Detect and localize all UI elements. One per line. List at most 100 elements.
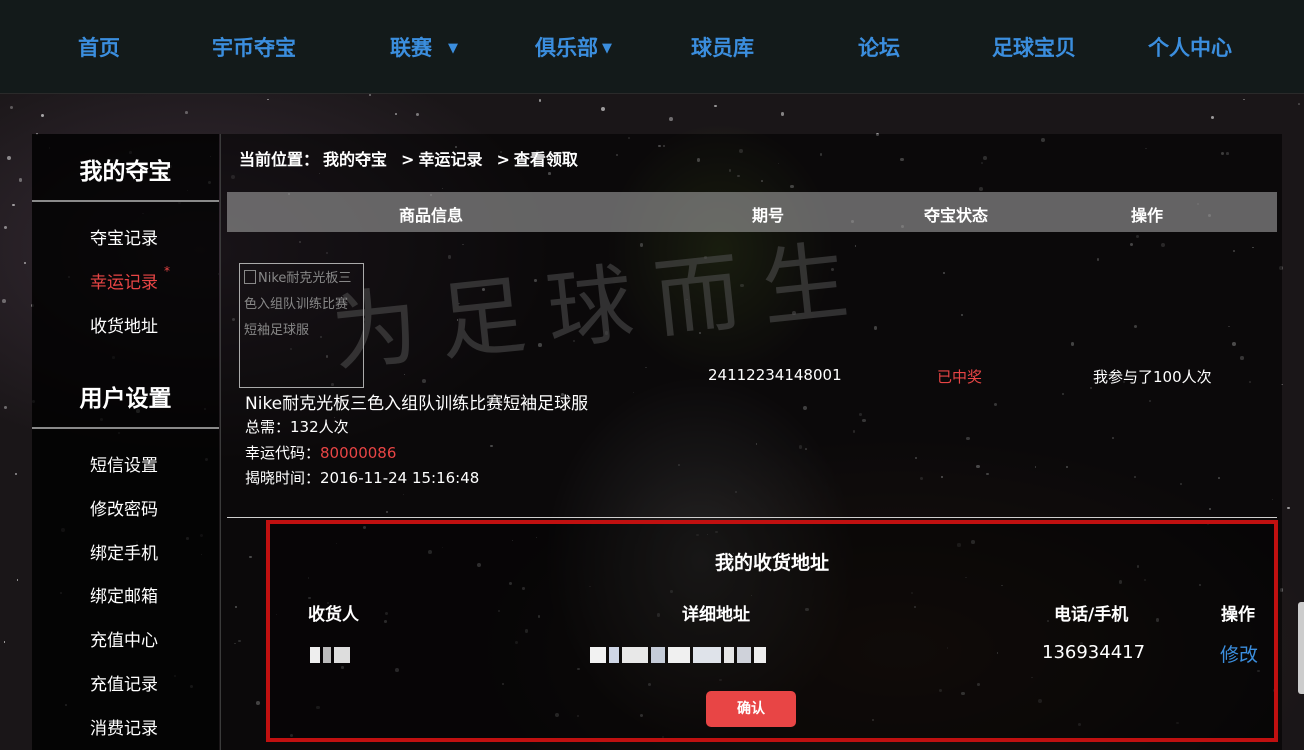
speckle	[539, 99, 542, 102]
column-header-status: 夺宝状态	[924, 206, 989, 225]
speckle	[23, 262, 26, 265]
star-icon: *	[164, 264, 170, 278]
product-required: 总需：132人次	[245, 416, 349, 437]
breadcrumb-separator: >	[496, 150, 510, 169]
column-header-product: 商品信息	[399, 206, 464, 225]
nav-forum[interactable]: 论坛	[858, 32, 900, 64]
sidebar-item-shipping-address[interactable]: 收货地址	[90, 312, 158, 337]
speckle	[40, 113, 45, 118]
required-label: 总需：	[245, 418, 291, 436]
nav-player-database[interactable]: 球员库	[691, 32, 754, 64]
status-badge: 已中奖	[937, 368, 983, 386]
period-number: 24112234148001	[708, 366, 842, 384]
sidebar-heading-treasure: 我的夺宝	[79, 159, 172, 185]
sidebar-item-change-password[interactable]: 修改密码	[90, 495, 158, 520]
sidebar-item-bind-email[interactable]: 绑定邮箱	[90, 582, 158, 607]
nav-label: 宇币夺宝	[212, 36, 296, 60]
divider	[32, 200, 219, 202]
lucky-code-value: 80000086	[320, 444, 397, 462]
product-title[interactable]: Nike耐克光板三色入组队训练比赛短袖足球服	[245, 389, 588, 414]
participation-count: 我参与了100人次	[1093, 368, 1212, 386]
top-navigation: 首页 宇币夺宝 联赛 ▼ 俱乐部 ▼ 球员库 论坛 足球宝贝 个人中心	[0, 0, 1304, 94]
table-header: 商品信息 期号 夺宝状态 操作	[227, 192, 1277, 232]
column-header-address: 详细地址	[682, 605, 750, 625]
nav-label: 论坛	[858, 36, 900, 60]
nav-user-center[interactable]: 个人中心	[1148, 32, 1232, 64]
nav-label: 足球宝贝	[992, 36, 1076, 60]
sidebar: 我的夺宝 夺宝记录 幸运记录 * 收货地址 用户设置 短信设置 修改密码 绑定手机…	[32, 134, 219, 750]
nav-coin-treasure[interactable]: 宇币夺宝	[212, 32, 296, 64]
nav-home[interactable]: 首页	[78, 32, 120, 64]
nav-label: 联赛	[390, 36, 432, 60]
sidebar-heading-settings: 用户设置	[79, 386, 172, 412]
speckle	[395, 113, 397, 115]
speckle	[368, 94, 372, 97]
speckle	[1243, 98, 1246, 101]
column-header-phone: 电话/手机	[1054, 605, 1129, 625]
speckle	[781, 112, 785, 116]
nav-football-babes[interactable]: 足球宝贝	[992, 32, 1076, 64]
speckle	[415, 112, 420, 116]
address-title: 我的收货地址	[714, 552, 829, 574]
speckle	[3, 641, 6, 643]
sidebar-item-treasure-records[interactable]: 夺宝记录	[90, 224, 158, 249]
nav-league[interactable]: 联赛 ▼	[390, 32, 458, 64]
lucky-code-label: 幸运代码：	[245, 444, 321, 462]
address-redacted	[590, 644, 769, 664]
column-header-recipient: 收货人	[308, 605, 359, 625]
reveal-time-label: 揭晓时间：	[245, 469, 321, 487]
column-header-period: 期号	[752, 206, 785, 225]
column-header-action: 操作	[1221, 605, 1255, 625]
speckle	[18, 178, 23, 182]
sidebar-item-recharge-center[interactable]: 充值中心	[90, 626, 158, 651]
breadcrumb-separator: >	[401, 150, 415, 169]
phone-number: 136934417	[1042, 642, 1146, 663]
product-lucky-code: 幸运代码：80000086	[245, 442, 396, 463]
divider	[227, 517, 1277, 518]
edit-address-link[interactable]: 修改	[1220, 640, 1258, 667]
speckle	[600, 106, 605, 111]
sidebar-item-bind-phone[interactable]: 绑定手机	[90, 539, 158, 564]
speckle	[714, 104, 717, 108]
sidebar-item-lucky-records[interactable]: 幸运记录 *	[90, 264, 170, 293]
breadcrumb: 当前位置： 我的夺宝 > 幸运记录 > 查看领取	[239, 146, 582, 170]
nav-label: 个人中心	[1148, 36, 1232, 60]
speckle	[185, 111, 189, 115]
speckle	[12, 203, 15, 207]
speckle	[1286, 506, 1290, 510]
speckle	[15, 472, 18, 475]
breadcrumb-item: 查看领取	[513, 150, 578, 169]
speckle	[3, 405, 7, 409]
sidebar-item-spending-records[interactable]: 消费记录	[90, 714, 158, 739]
speckle	[6, 156, 11, 161]
speckle	[3, 226, 7, 230]
reveal-time-value: 2016-11-24 15:16:48	[320, 469, 480, 487]
breadcrumb-item[interactable]: 我的夺宝	[323, 150, 387, 169]
product-image[interactable]: Nike耐克光板三色入组队训练比赛短袖足球服	[239, 263, 364, 388]
scroll-handle[interactable]	[1298, 602, 1304, 694]
chevron-down-icon: ▼	[602, 41, 612, 56]
required-value: 132人次	[290, 418, 349, 436]
speckle	[10, 105, 13, 109]
divider	[32, 427, 219, 429]
nav-label: 球员库	[691, 36, 754, 60]
image-alt-text: Nike耐克光板三色入组队训练比赛短袖足球服	[244, 271, 352, 338]
sidebar-item-recharge-records[interactable]: 充值记录	[90, 670, 158, 695]
speckle	[1211, 115, 1215, 120]
nav-club[interactable]: 俱乐部 ▼	[535, 32, 612, 64]
shipping-address-panel: 我的收货地址 收货人 详细地址 电话/手机 操作 136934417 修改 确认	[266, 520, 1278, 742]
sidebar-item-sms-settings[interactable]: 短信设置	[90, 451, 158, 476]
breadcrumb-prefix: 当前位置：	[239, 150, 320, 169]
speckle	[267, 98, 269, 101]
speckle	[1298, 103, 1301, 106]
breadcrumb-item[interactable]: 幸运记录	[418, 150, 482, 169]
speckle	[2, 299, 7, 304]
confirm-button[interactable]: 确认	[706, 691, 796, 727]
product-reveal-time: 揭晓时间：2016-11-24 15:16:48	[245, 467, 479, 488]
speckle	[16, 579, 18, 581]
nav-label: 首页	[78, 36, 120, 60]
nav-label: 俱乐部	[535, 36, 598, 60]
column-header-action: 操作	[1131, 206, 1164, 225]
broken-image-icon	[244, 270, 256, 284]
sidebar-item-label: 幸运记录	[90, 273, 158, 293]
